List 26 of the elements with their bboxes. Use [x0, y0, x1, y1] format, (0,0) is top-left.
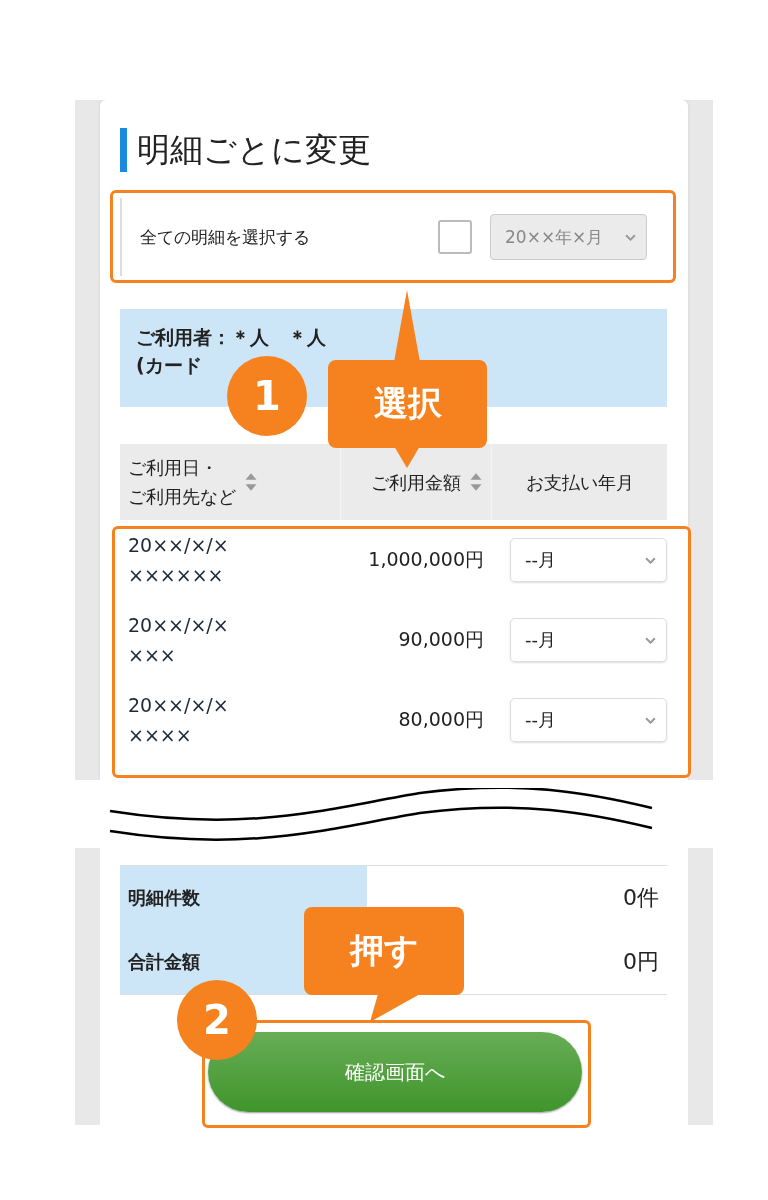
sort-icon [469, 471, 483, 493]
column-header[interactable]: お支払い年月 [492, 444, 667, 520]
summary-value: 0件 [623, 884, 659, 912]
amount-cell-text: 90,000円 [397, 627, 485, 652]
chevron-down-icon [625, 233, 636, 241]
amount-cell-text: 80,000円 [397, 707, 485, 732]
callout-label: 選択 [328, 360, 487, 448]
date-cell-text: 20××/×/× [128, 693, 230, 718]
merchant-cell-text: ×××××× [128, 563, 225, 588]
merchant-cell-text: ××× [128, 643, 177, 668]
checkbox[interactable] [438, 220, 472, 254]
chevron-down-icon [645, 636, 656, 644]
date-cell-text: 20××/×/× [128, 533, 230, 558]
chevron-down-icon [645, 556, 656, 564]
date-cell-text: 20××/×/× [128, 613, 230, 638]
payment-month-select[interactable]: --月 [510, 618, 667, 662]
section-heading: 明細ごとに変更 [120, 128, 667, 172]
chevron-down-icon [645, 716, 656, 724]
sort-icon [244, 471, 258, 493]
amount-cell-text: 1,000,000円 [367, 547, 485, 572]
payment-month-select[interactable]: --月 [510, 538, 667, 582]
summary-value: 0円 [623, 948, 659, 976]
merchant-cell-text: ×××× [128, 723, 193, 748]
summary-label: 明細件数 [120, 866, 367, 930]
select-all-label: 全ての明細を選択する [140, 225, 311, 249]
payment-month-select[interactable]: --月 [510, 698, 667, 742]
